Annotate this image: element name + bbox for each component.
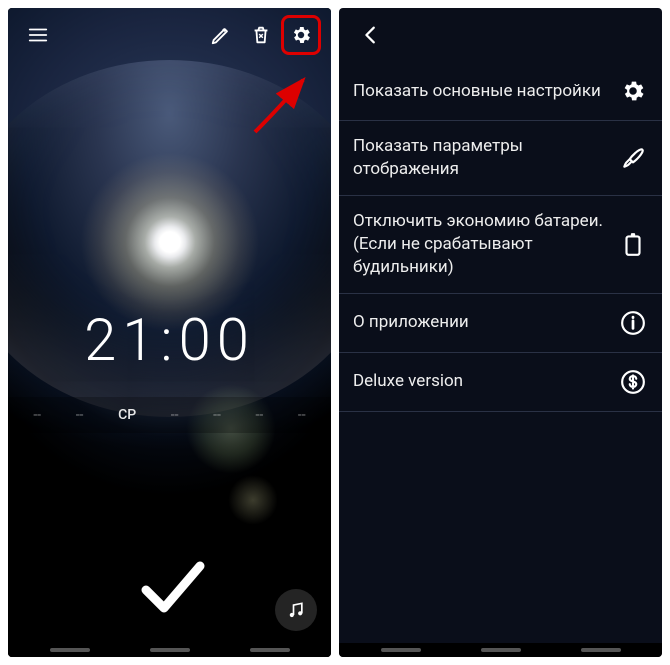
settings-button[interactable] <box>281 15 321 55</box>
hamburger-icon <box>27 24 49 46</box>
gear-icon <box>618 76 648 106</box>
trash-icon <box>250 24 272 46</box>
day-sun[interactable]: -- <box>298 407 306 423</box>
arrow-left-icon <box>360 24 382 46</box>
menu-item-label: Отключить экономию батареи. (Если не сра… <box>353 210 618 279</box>
day-selector: -- -- СР -- -- -- -- <box>8 397 331 433</box>
menu-item-label: Показать параметры отображения <box>353 135 618 181</box>
confirm-button[interactable] <box>134 551 206 627</box>
day-tue[interactable]: -- <box>76 407 84 423</box>
menu-about[interactable]: О приложении <box>339 294 662 353</box>
gear-icon <box>290 24 312 46</box>
nav-home[interactable] <box>150 648 190 652</box>
android-nav-bar <box>8 643 331 657</box>
back-button[interactable] <box>351 15 391 55</box>
menu-button[interactable] <box>18 15 58 55</box>
nav-back[interactable] <box>381 648 421 652</box>
nav-recent[interactable] <box>581 648 621 652</box>
day-fri[interactable]: -- <box>213 407 221 423</box>
brush-icon <box>618 143 648 173</box>
day-wed[interactable]: СР <box>118 407 136 423</box>
nav-home[interactable] <box>481 648 521 652</box>
menu-main-settings[interactable]: Показать основные настройки <box>339 62 662 121</box>
day-mon[interactable]: -- <box>33 407 41 423</box>
menu-battery-optimization[interactable]: Отключить экономию батареи. (Если не сра… <box>339 196 662 294</box>
settings-menu: Показать основные настройки Показать пар… <box>339 62 662 657</box>
menu-deluxe[interactable]: Deluxe version <box>339 353 662 412</box>
top-toolbar <box>8 8 331 62</box>
settings-toolbar <box>339 8 662 62</box>
day-thu[interactable]: -- <box>171 407 179 423</box>
delete-button[interactable] <box>241 15 281 55</box>
battery-icon <box>618 229 648 259</box>
music-icon <box>286 600 306 620</box>
menu-item-label: О приложении <box>353 311 618 334</box>
android-nav-bar <box>339 643 662 657</box>
day-sat[interactable]: -- <box>256 407 264 423</box>
alarm-time[interactable]: 21:00 <box>8 307 331 375</box>
menu-display-settings[interactable]: Показать параметры отображения <box>339 121 662 196</box>
nav-back[interactable] <box>50 648 90 652</box>
menu-item-label: Показать основные настройки <box>353 80 618 103</box>
dollar-icon <box>618 367 648 397</box>
pencil-icon <box>210 24 232 46</box>
info-icon <box>618 308 648 338</box>
nav-recent[interactable] <box>250 648 290 652</box>
sound-button[interactable] <box>275 589 317 631</box>
check-icon <box>134 551 206 623</box>
settings-screen: Показать основные настройки Показать пар… <box>339 8 662 657</box>
menu-item-label: Deluxe version <box>353 370 618 393</box>
alarm-edit-screen: 21:00 -- -- СР -- -- -- -- <box>8 8 331 657</box>
edit-button[interactable] <box>201 15 241 55</box>
